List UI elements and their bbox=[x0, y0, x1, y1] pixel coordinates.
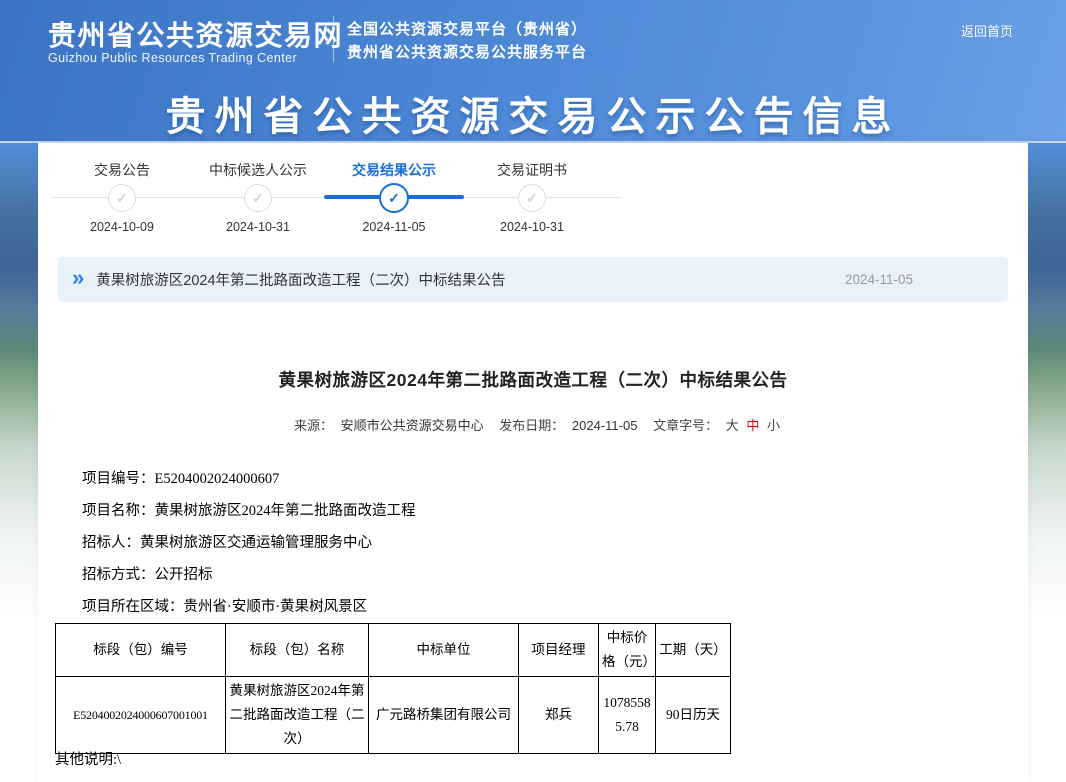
col-bid-price: 中标价格（元） bbox=[599, 624, 656, 677]
step-circle: ✓ bbox=[244, 184, 272, 212]
page-header: 贵州省公共资源交易网 Guizhou Public Resources Trad… bbox=[0, 0, 1066, 143]
fontsize-medium-button[interactable]: 中 bbox=[746, 418, 759, 433]
source-value: 安顺市公共资源交易中心 bbox=[341, 418, 484, 433]
fontsize-label: 文章字号： bbox=[653, 418, 718, 433]
stepper-step-trade-result[interactable]: 交易结果公示 ✓ 2024-11-05 bbox=[324, 153, 464, 180]
detail-tenderee: 招标人：黄果树旅游区交通运输管理服务中心 bbox=[82, 527, 982, 559]
col-project-manager: 项目经理 bbox=[519, 624, 599, 677]
bid-result-table: 标段（包）编号 标段（包）名称 中标单位 项目经理 中标价格（元） 工期（天） … bbox=[55, 623, 731, 754]
other-notes: 其他说明:\ bbox=[55, 748, 121, 769]
source-label: 来源： bbox=[294, 418, 333, 433]
col-section-name: 标段（包）名称 bbox=[226, 624, 369, 677]
cell-duration: 90日历天 bbox=[656, 677, 731, 754]
cell-section-number: E5204002024000607001001 bbox=[56, 677, 226, 754]
detail-project-name: 项目名称：黄果树旅游区2024年第二批路面改造工程 bbox=[82, 495, 982, 527]
table-header-row: 标段（包）编号 标段（包）名称 中标单位 项目经理 中标价格（元） 工期（天） bbox=[56, 624, 731, 677]
fontsize-small-button[interactable]: 小 bbox=[767, 418, 780, 433]
table-row: E5204002024000607001001 黄果树旅游区2024年第二批路面… bbox=[56, 677, 731, 754]
progress-stepper: 交易公告 ✓ 2024-10-09 中标候选人公示 ✓ 2024-10-31 交… bbox=[38, 153, 1028, 248]
step-circle: ✓ bbox=[518, 184, 546, 212]
check-icon: ✓ bbox=[116, 190, 128, 207]
banner-title: 贵州省公共资源交易公示公告信息 bbox=[0, 84, 1066, 142]
site-logo-title: 贵州省公共资源交易网 bbox=[48, 14, 343, 54]
step-circle: ✓ bbox=[379, 183, 409, 213]
header-divider bbox=[333, 16, 334, 62]
publish-date-value: 2024-11-05 bbox=[572, 418, 638, 433]
platform-line2: 贵州省公共资源交易公共服务平台 bbox=[347, 41, 587, 64]
announcement-bar[interactable]: » 黄果树旅游区2024年第二批路面改造工程（二次）中标结果公告 2024-11… bbox=[58, 257, 1008, 302]
detail-project-region: 项目所在区域：贵州省·安顺市·黄果树风景区 bbox=[82, 591, 982, 623]
step-date: 2024-10-31 bbox=[462, 220, 602, 234]
platform-line1: 全国公共资源交易平台（贵州省） bbox=[347, 18, 587, 41]
stepper-step-trade-notice[interactable]: 交易公告 ✓ 2024-10-09 bbox=[52, 153, 192, 180]
step-label: 交易结果公示 bbox=[324, 160, 464, 180]
cell-section-name: 黄果树旅游区2024年第二批路面改造工程（二次） bbox=[226, 677, 369, 754]
step-label: 交易公告 bbox=[52, 160, 192, 180]
stepper-step-candidate-publicity[interactable]: 中标候选人公示 ✓ 2024-10-31 bbox=[188, 153, 328, 180]
step-date: 2024-11-05 bbox=[324, 220, 464, 234]
step-circle: ✓ bbox=[108, 184, 136, 212]
step-date: 2024-10-31 bbox=[188, 220, 328, 234]
home-link[interactable]: 返回首页 bbox=[961, 21, 1013, 40]
check-icon: ✓ bbox=[388, 190, 400, 207]
detail-tender-method: 招标方式：公开招标 bbox=[82, 559, 982, 591]
platform-names: 全国公共资源交易平台（贵州省） 贵州省公共资源交易公共服务平台 bbox=[347, 18, 587, 64]
article-title: 黄果树旅游区2024年第二批路面改造工程（二次）中标结果公告 bbox=[38, 367, 1028, 392]
double-arrow-icon: » bbox=[72, 267, 84, 289]
check-icon: ✓ bbox=[526, 190, 538, 207]
cell-project-manager: 郑兵 bbox=[519, 677, 599, 754]
cell-bid-price: 10785585.78 bbox=[599, 677, 656, 754]
project-details: 项目编号：E5204002024000607 项目名称：黄果树旅游区2024年第… bbox=[82, 463, 982, 623]
check-icon: ✓ bbox=[252, 190, 264, 207]
step-label: 交易证明书 bbox=[462, 160, 602, 180]
site-logo-subtitle: Guizhou Public Resources Trading Center bbox=[48, 51, 297, 65]
article-meta: 来源： 安顺市公共资源交易中心 发布日期： 2024-11-05 文章字号： 大… bbox=[38, 415, 1028, 434]
announcement-date: 2024-11-05 bbox=[845, 272, 1008, 287]
content-card: 交易公告 ✓ 2024-10-09 中标候选人公示 ✓ 2024-10-31 交… bbox=[38, 143, 1028, 782]
stepper-step-trade-certificate[interactable]: 交易证明书 ✓ 2024-10-31 bbox=[462, 153, 602, 180]
col-section-number: 标段（包）编号 bbox=[56, 624, 226, 677]
step-date: 2024-10-09 bbox=[52, 220, 192, 234]
col-winning-bidder: 中标单位 bbox=[369, 624, 519, 677]
cell-winning-bidder: 广元路桥集团有限公司 bbox=[369, 677, 519, 754]
publish-date-label: 发布日期： bbox=[499, 418, 564, 433]
fontsize-large-button[interactable]: 大 bbox=[726, 418, 739, 433]
detail-project-number: 项目编号：E5204002024000607 bbox=[82, 463, 982, 495]
col-duration: 工期（天） bbox=[656, 624, 731, 677]
step-label: 中标候选人公示 bbox=[188, 160, 328, 180]
announcement-title[interactable]: 黄果树旅游区2024年第二批路面改造工程（二次）中标结果公告 bbox=[96, 269, 505, 290]
